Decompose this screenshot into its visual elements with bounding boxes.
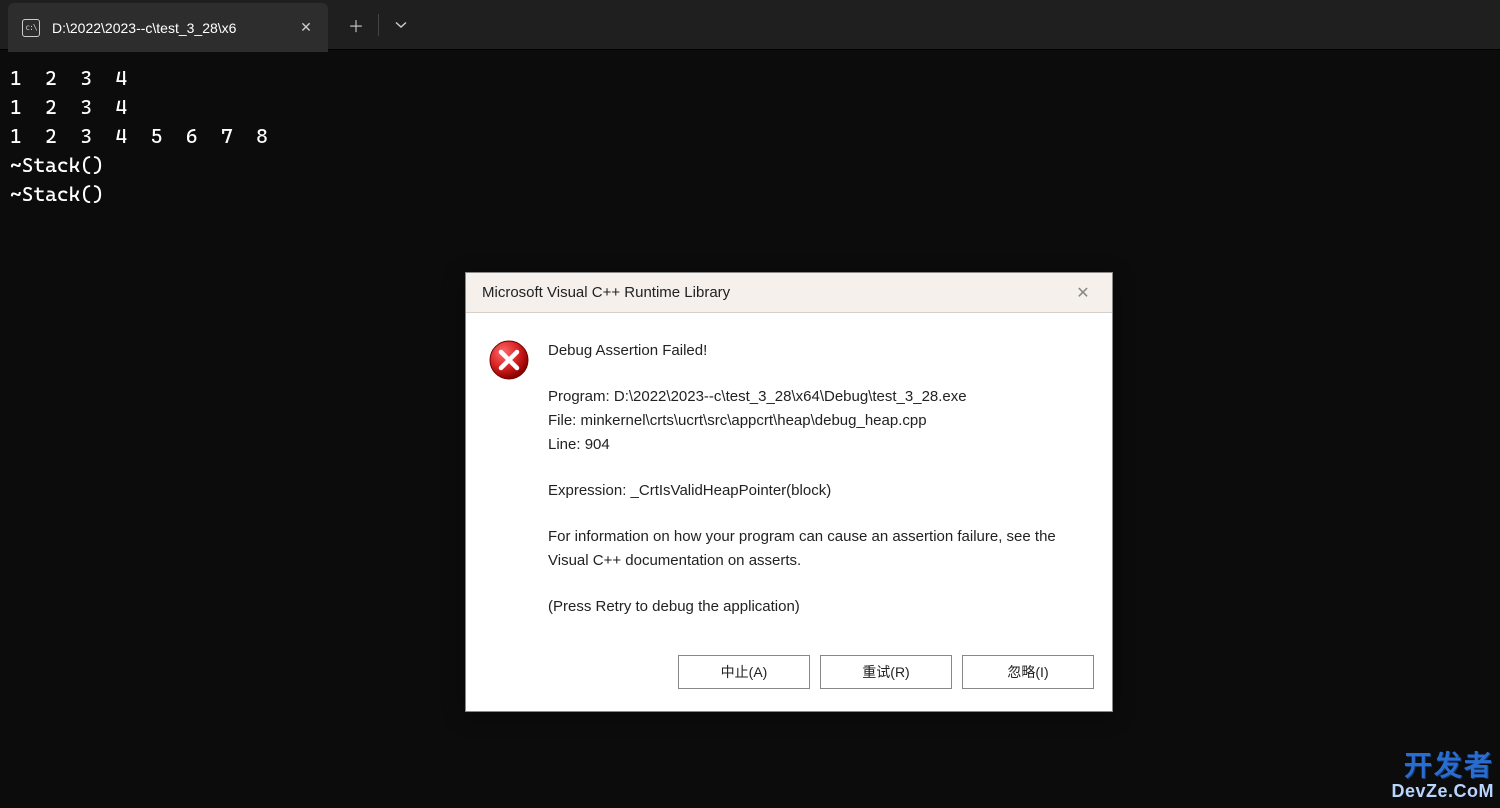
- close-tab-button[interactable]: ✕: [298, 20, 314, 36]
- expression-value: _CrtIsValidHeapPointer(block): [631, 482, 832, 499]
- line-value: 904: [585, 436, 610, 453]
- runtime-error-dialog: Microsoft Visual C++ Runtime Library ✕ D…: [465, 272, 1113, 712]
- watermark: 开发者 DevZe.CoM: [1391, 751, 1494, 802]
- dialog-retry-hint: (Press Retry to debug the application): [548, 595, 1090, 619]
- line-label: Line:: [548, 436, 585, 453]
- dialog-heading: Debug Assertion Failed!: [548, 339, 1090, 363]
- dialog-expression: Expression: _CrtIsValidHeapPointer(block…: [548, 479, 1090, 503]
- dialog-details: Program: D:\2022\2023--c\test_3_28\x64\D…: [548, 385, 1090, 457]
- tab-bar: c:\ D:\2022\2023--c\test_3_28\x6 ✕ ＋: [0, 0, 1500, 50]
- console-tab[interactable]: c:\ D:\2022\2023--c\test_3_28\x6 ✕: [8, 3, 328, 52]
- error-icon: [488, 339, 530, 381]
- abort-button[interactable]: 中止(A): [678, 655, 810, 689]
- program-label: Program:: [548, 388, 614, 405]
- file-value: minkernel\crts\ucrt\src\appcrt\heap\debu…: [581, 412, 927, 429]
- file-label: File:: [548, 412, 581, 429]
- program-value: D:\2022\2023--c\test_3_28\x64\Debug\test…: [614, 388, 967, 405]
- chevron-down-icon: [395, 21, 407, 29]
- new-tab-button[interactable]: ＋: [336, 7, 376, 43]
- dialog-title: Microsoft Visual C++ Runtime Library: [482, 284, 730, 301]
- watermark-top: 开发者: [1404, 751, 1494, 782]
- divider: [378, 14, 379, 36]
- dialog-content: Debug Assertion Failed! Program: D:\2022…: [548, 339, 1090, 629]
- tab-dropdown-button[interactable]: [381, 7, 421, 43]
- ignore-button[interactable]: 忽略(I): [962, 655, 1094, 689]
- dialog-button-row: 中止(A) 重试(R) 忽略(I): [466, 639, 1112, 711]
- dialog-note: For information on how your program can …: [548, 525, 1090, 573]
- dialog-close-button[interactable]: ✕: [1066, 279, 1100, 307]
- tab-actions: ＋: [336, 0, 421, 49]
- retry-button[interactable]: 重试(R): [820, 655, 952, 689]
- terminal-icon: c:\: [22, 19, 40, 37]
- tab-title: D:\2022\2023--c\test_3_28\x6: [52, 20, 286, 36]
- dialog-titlebar[interactable]: Microsoft Visual C++ Runtime Library ✕: [466, 273, 1112, 313]
- watermark-bottom: DevZe.CoM: [1391, 782, 1494, 802]
- console-output: 1 2 3 4 1 2 3 4 1 2 3 4 5 6 7 8 ~Stack()…: [0, 50, 1500, 223]
- expression-label: Expression:: [548, 482, 631, 499]
- dialog-body: Debug Assertion Failed! Program: D:\2022…: [466, 313, 1112, 639]
